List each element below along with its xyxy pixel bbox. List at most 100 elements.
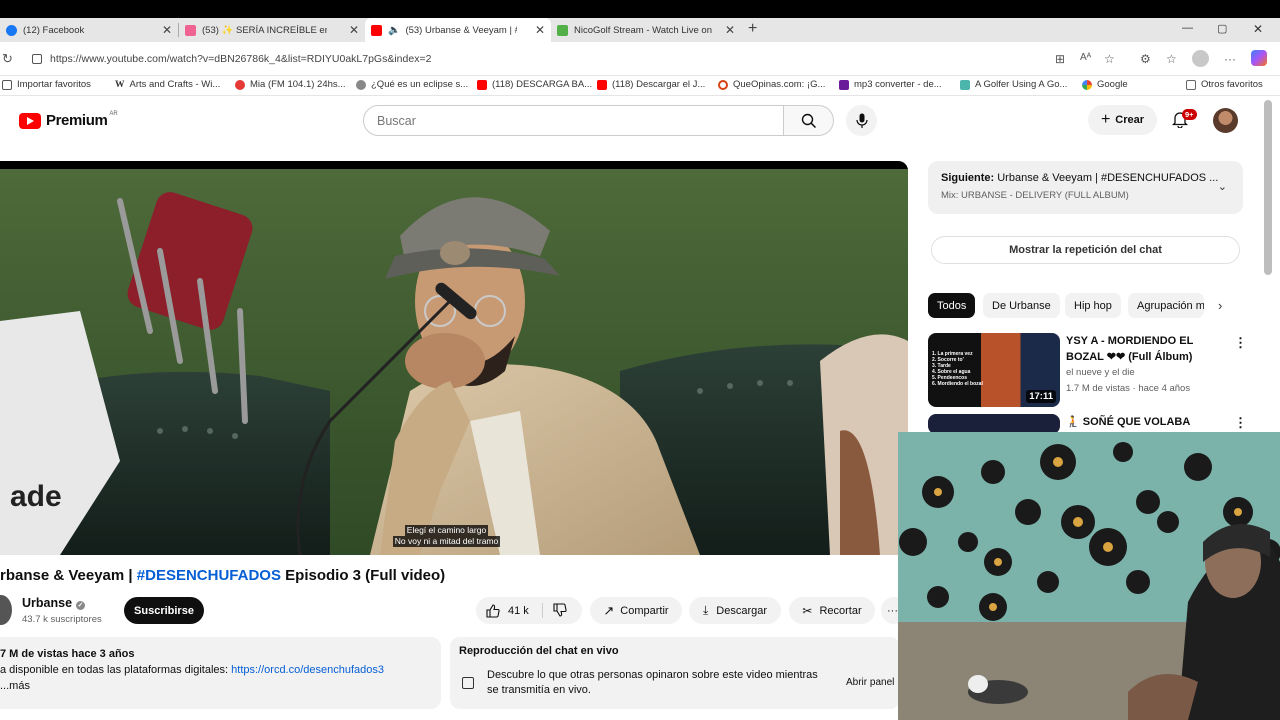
chat-icon [462, 677, 474, 689]
chip-hip-hop[interactable]: Hip hop [1065, 293, 1121, 318]
search-icon [801, 113, 816, 128]
bookmark-other-folder[interactable]: Otros favoritos [1186, 79, 1263, 90]
site-icon [356, 79, 366, 90]
share-button[interactable]: ↗ Compartir [590, 597, 682, 624]
webcam-image [898, 432, 1280, 720]
dislike-button[interactable] [553, 603, 567, 620]
chevron-right-icon[interactable]: › [1218, 298, 1222, 313]
clip-button[interactable]: ✂ Recortar [789, 597, 875, 624]
profile-icon[interactable] [1192, 50, 1209, 67]
chip-from-urbanse[interactable]: De Urbanse [983, 293, 1060, 318]
url-text: https://www.youtube.com/watch?v=dBN26786… [50, 53, 432, 65]
like-button[interactable]: 41 k [486, 603, 529, 618]
favorites-icon[interactable]: ☆ [1166, 52, 1177, 66]
speaker-icon[interactable]: 🔈 [388, 25, 400, 36]
create-button[interactable]: + Crear [1088, 105, 1157, 135]
menu-dots-icon[interactable]: ··· [1224, 52, 1236, 66]
browser-tab-strip: (12) Facebook ✕ (53) ✨ SERÍA INCREÍBLE e… [0, 18, 1280, 42]
recommendation-item[interactable]: 1. La primera vez 2. Socorre to' 3. Tarde 4… [928, 333, 1248, 408]
scissors-icon: ✂ [802, 603, 813, 618]
site-info-icon[interactable] [32, 54, 42, 64]
subscribe-button[interactable]: Suscribirse [124, 597, 204, 624]
recommendation-item[interactable]: 🧎 SOÑÉ QUE VOLABA desde ⋮ [928, 414, 1248, 434]
more-options-icon[interactable]: ⋮ [1234, 415, 1247, 431]
chat-replay-text: Descubre lo que otras personas opinaron … [487, 669, 818, 696]
youtube-premium-logo[interactable]: Premium AR [19, 111, 118, 129]
subscriber-count: 43.7 k suscriptores [22, 614, 102, 625]
chip-all[interactable]: Todos [928, 293, 976, 318]
close-tab-icon[interactable]: ✕ [349, 23, 359, 37]
recommendation-channel[interactable]: el nueve y el die [1066, 367, 1135, 378]
user-avatar[interactable] [1213, 108, 1238, 133]
chip-agrupacion[interactable]: Agrupación m [1128, 293, 1204, 318]
chevron-down-icon[interactable]: ⌄ [1218, 180, 1227, 193]
download-button[interactable]: ⤓ Descargar [689, 597, 781, 624]
close-tab-icon[interactable]: ✕ [725, 23, 735, 37]
new-tab-button[interactable]: + [748, 20, 757, 38]
search-input[interactable]: Buscar [363, 105, 784, 136]
bookmark-item[interactable]: A Golfer Using A Go... [960, 79, 1067, 90]
channel-avatar[interactable] [0, 595, 12, 625]
recommendation-thumbnail[interactable]: 1. La primera vez 2. Socorre to' 3. Tarde 4… [928, 333, 1060, 407]
bookmark-item[interactable]: QueOpinas.com: ¡G... [718, 79, 825, 90]
next-in-mix-card[interactable]: Siguiente: Urbanse & Veeyam | #DESENCHUF… [928, 161, 1243, 214]
screen-top-bar [0, 0, 1280, 18]
sidebar-scrollbar[interactable] [1264, 100, 1272, 275]
apps-icon[interactable]: ⊞ [1055, 52, 1065, 66]
import-icon [2, 79, 12, 90]
copilot-icon[interactable] [1251, 50, 1267, 66]
tab-title: NicoGolf Stream - Watch Live on [574, 24, 712, 36]
video-duration: 17:11 [1026, 390, 1056, 403]
more-options-icon[interactable]: ⋮ [1234, 335, 1247, 351]
bookmark-item[interactable]: (118) Descargar el J... [597, 79, 705, 90]
bookmark-item[interactable]: (118) DESCARGA BA... [477, 79, 592, 90]
bookmark-item[interactable]: Mia (FM 104.1) 24hs... [235, 79, 346, 90]
maximize-button[interactable]: ▢ [1217, 22, 1227, 35]
tab-facebook[interactable]: (12) Facebook ✕ [0, 18, 178, 42]
tab-nicogolf[interactable]: NicoGolf Stream - Watch Live on ✕ [551, 18, 741, 42]
url-field[interactable]: https://www.youtube.com/watch?v=dBN26786… [24, 48, 1044, 70]
channel-name[interactable]: Urbanse ✓ [22, 596, 86, 610]
description-box[interactable]: 7 M de vistas hace 3 años a disponible e… [0, 637, 441, 709]
tab-olg[interactable]: (53) ✨ SERÍA INCREÍBLE en OLG ✕ [179, 18, 365, 42]
video-player[interactable]: ade [0, 161, 908, 555]
hashtag-link[interactable]: #DESENCHUFADOS [137, 567, 281, 584]
minimize-button[interactable]: — [1182, 22, 1193, 34]
verified-check-icon: ✓ [76, 601, 86, 610]
bookmark-item[interactable]: ¿Qué es un eclipse s... [356, 79, 468, 90]
tab-title: (53) ✨ SERÍA INCREÍBLE en OLG [202, 24, 327, 36]
bookmark-item[interactable]: mp3 converter - de... [839, 79, 942, 90]
recommendation-thumbnail[interactable] [928, 414, 1060, 434]
chat-replay-heading: Reproducción del chat en vivo [459, 645, 619, 657]
bookmark-item[interactable]: Google [1082, 79, 1128, 90]
stream-icon [557, 24, 568, 36]
show-chat-replay-button[interactable]: Mostrar la repetición del chat [931, 236, 1240, 264]
close-tab-icon[interactable]: ✕ [162, 23, 172, 37]
favorite-star-icon[interactable]: ☆ [1104, 52, 1115, 66]
show-more-link[interactable]: ...más [0, 678, 441, 694]
svg-text:ade: ade [10, 480, 62, 513]
close-tab-icon[interactable]: ✕ [535, 23, 545, 37]
mix-name: Mix: URBANSE - DELIVERY (FULL ALBUM) [941, 190, 1129, 201]
live-chat-replay-box: Reproducción del chat en vivo Descubre l… [450, 637, 900, 709]
reload-icon[interactable]: ↻ [2, 51, 13, 67]
bookmark-import[interactable]: Importar favoritos [2, 79, 91, 90]
radio-icon [235, 79, 245, 90]
extension-icon[interactable]: ⚙ [1140, 52, 1151, 66]
voice-search-button[interactable] [846, 105, 877, 136]
recommendation-title[interactable]: 🧎 SOÑÉ QUE VOLABA desde [1066, 414, 1216, 434]
close-window-button[interactable]: ✕ [1253, 22, 1263, 36]
wikipedia-icon: W [115, 79, 125, 90]
yahoo-icon [839, 79, 849, 90]
open-panel-button[interactable]: Abrir panel [846, 677, 894, 688]
tab-urbanse-active[interactable]: 🔈 (53) Urbanse & Veeyam | #DE ✕ [365, 18, 551, 42]
read-aloud-icon[interactable]: Aᴬ [1080, 52, 1091, 63]
bookmark-item[interactable]: W Arts and Crafts - Wi... [115, 79, 220, 90]
search-button[interactable] [784, 105, 834, 136]
address-bar-row: ↻ https://www.youtube.com/watch?v=dBN267… [0, 42, 1280, 76]
video-frame-image: ade [0, 161, 908, 555]
description-link[interactable]: https://orcd.co/desenchufados3 [231, 664, 384, 676]
queopinas-icon [718, 79, 728, 90]
recommendation-title[interactable]: YSY A - MORDIENDO EL BOZAL ❤❤ (Full Álbu… [1066, 333, 1216, 365]
video-subtitles: Elegí el camino largo No voy ni a mitad … [0, 525, 893, 547]
